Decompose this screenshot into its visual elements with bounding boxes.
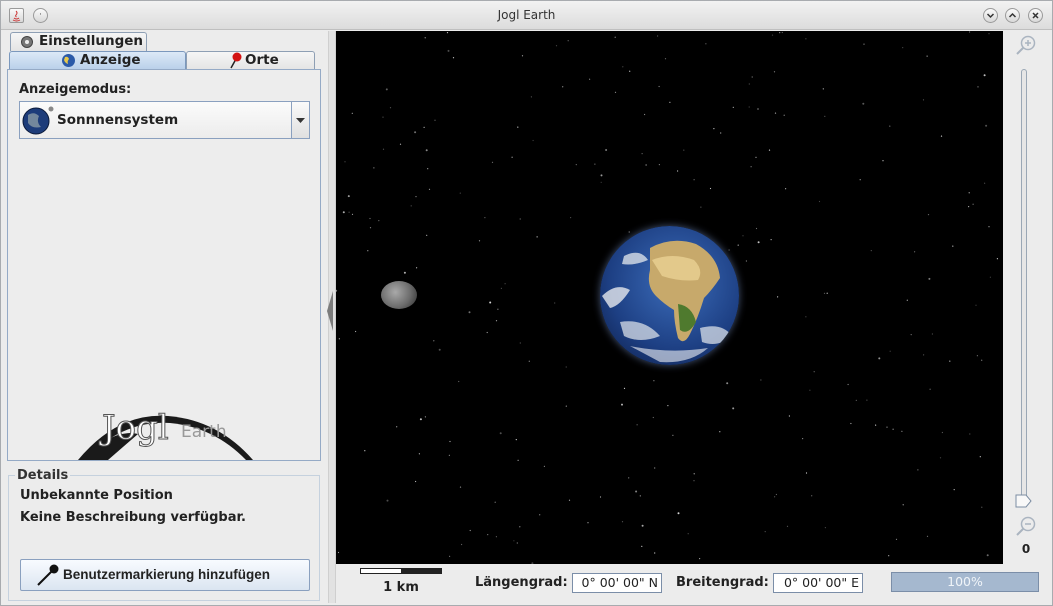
details-description: Keine Beschreibung verfügbar. bbox=[20, 510, 246, 525]
jogl-earth-logo: Jogl Earth bbox=[78, 408, 253, 460]
status-bar: 1 km Längengrad: 0° 00' 00" N Breitengra… bbox=[336, 564, 1052, 603]
tab-settings[interactable]: Einstellungen bbox=[10, 32, 147, 51]
latitude-label: Breitengrad: bbox=[676, 575, 769, 590]
zoom-in-icon[interactable] bbox=[1015, 34, 1037, 60]
progress-bar: 100% bbox=[891, 572, 1039, 592]
tab-settings-label: Einstellungen bbox=[39, 33, 144, 49]
zoom-slider-thumb[interactable] bbox=[1015, 493, 1033, 512]
left-panel: Einstellungen Anzeige Orte Anzeigemodus:… bbox=[2, 31, 328, 603]
details-legend: Details bbox=[15, 468, 71, 483]
zoom-out-icon[interactable] bbox=[1015, 515, 1037, 541]
close-button[interactable] bbox=[1028, 8, 1043, 23]
tab-places-label: Orte bbox=[245, 52, 279, 68]
maximize-button[interactable] bbox=[1005, 8, 1020, 23]
tab-display-label: Anzeige bbox=[80, 52, 141, 68]
longitude-label: Längengrad: bbox=[475, 575, 568, 590]
details-position: Unbekannte Position bbox=[20, 488, 173, 503]
tab-display[interactable]: Anzeige bbox=[9, 51, 186, 70]
add-user-marker-label: Benutzermarkierung hinzufügen bbox=[63, 567, 271, 582]
title-bar: · Jogl Earth bbox=[1, 1, 1052, 30]
application-window: · Jogl Earth Einstellungen Anzeige Orte … bbox=[0, 0, 1053, 606]
logo-text-jogl: Jogl bbox=[102, 408, 170, 449]
latitude-field[interactable]: 0° 00' 00" E bbox=[773, 573, 863, 593]
details-group: Details Unbekannte Position Keine Beschr… bbox=[8, 468, 320, 601]
display-mode-value: Sonnnensystem bbox=[57, 112, 179, 128]
display-mode-label: Anzeigemodus: bbox=[19, 82, 132, 97]
longitude-field[interactable]: 0° 00' 00" N bbox=[572, 573, 662, 593]
chevron-down-icon[interactable] bbox=[291, 102, 309, 138]
display-settings-panel: Anzeigemodus: Sonnnensystem Jogl Earth bbox=[7, 69, 321, 461]
minimize-button[interactable] bbox=[983, 8, 998, 23]
solar-system-icon bbox=[22, 105, 54, 139]
scale-bar bbox=[360, 568, 442, 574]
logo-text-earth: Earth bbox=[181, 422, 227, 442]
split-pane-divider[interactable] bbox=[327, 31, 336, 603]
display-mode-select[interactable]: Sonnnensystem bbox=[19, 101, 310, 139]
pushpin-icon bbox=[35, 563, 61, 590]
globe-view[interactable] bbox=[336, 31, 1003, 564]
scale-label: 1 km bbox=[383, 580, 419, 595]
zoom-level: 0 bbox=[1021, 542, 1031, 556]
window-title: Jogl Earth bbox=[497, 8, 556, 22]
earth-globe-image bbox=[600, 226, 739, 365]
zoom-slider-track[interactable] bbox=[1021, 69, 1027, 499]
zoom-panel: 0 bbox=[1003, 31, 1052, 564]
moon-image bbox=[381, 281, 417, 309]
add-user-marker-button[interactable]: Benutzermarkierung hinzufügen bbox=[20, 559, 310, 591]
tab-places[interactable]: Orte bbox=[186, 51, 315, 70]
